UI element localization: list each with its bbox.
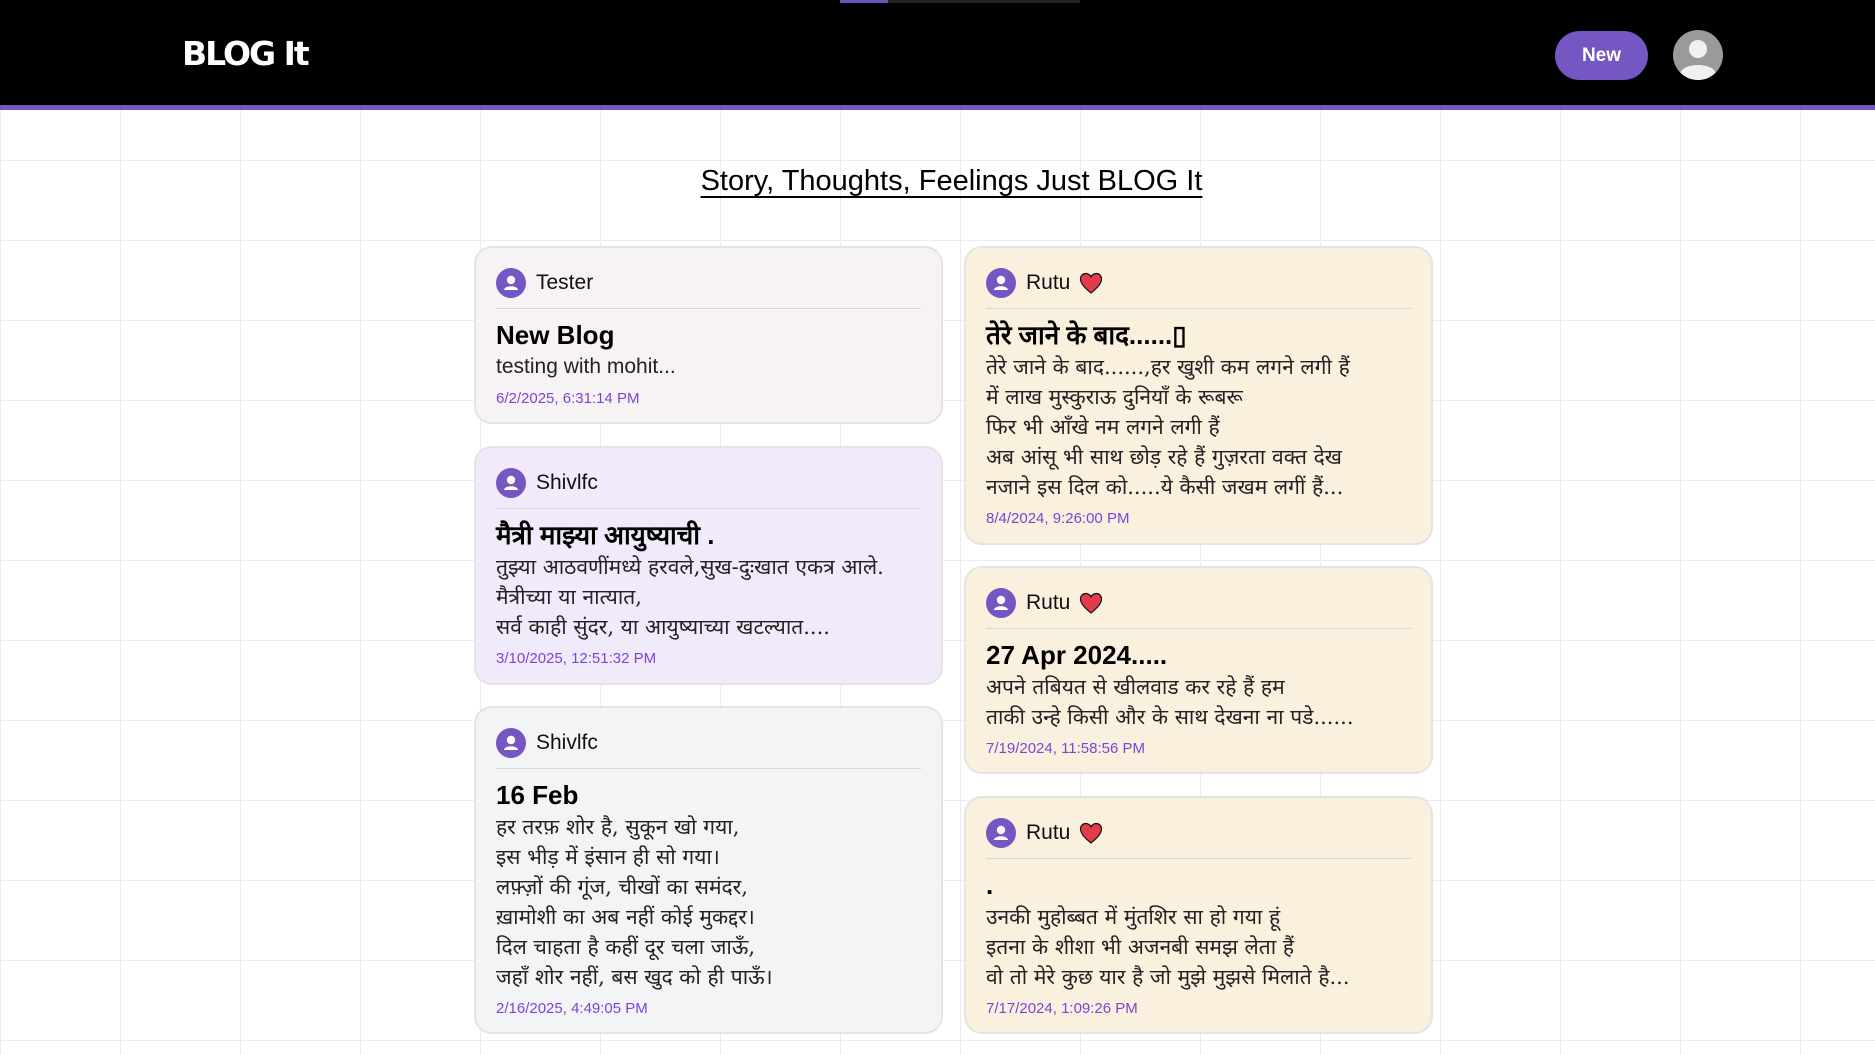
post-excerpt: testing with mohit... — [496, 355, 676, 378]
divider — [496, 768, 921, 769]
post-author: Rutu — [1026, 271, 1071, 294]
author-row: Shivlfc — [496, 726, 921, 760]
post-author: Shivlfc — [536, 731, 598, 754]
site-logo[interactable]: BLOG It — [182, 34, 310, 73]
post-date: 3/10/2025, 12:51:32 PM — [496, 650, 657, 667]
author-row: Rutu — [986, 586, 1411, 620]
post-excerpt: तुझ्या आठवणींमध्ये हरवले,सुख-दुःखात एकत्… — [496, 555, 884, 639]
user-icon — [496, 468, 526, 498]
post-title: मैत्री माझ्या आयुष्याची . — [496, 520, 715, 550]
post-title: New Blog — [496, 320, 615, 350]
post-title: 27 Apr 2024..... — [986, 640, 1168, 670]
post-excerpt: उनकी मुहोब्बत में मुंतशिर सा हो गया हूं … — [986, 905, 1350, 989]
divider — [496, 308, 921, 309]
loading-bar-progress — [840, 0, 888, 3]
user-icon — [986, 268, 1016, 298]
user-avatar-icon[interactable] — [1673, 30, 1723, 80]
post-title: . — [986, 870, 994, 900]
top-navbar: BLOG It New — [0, 0, 1875, 110]
post-date: 8/4/2024, 9:26:00 PM — [986, 510, 1130, 527]
user-icon — [986, 588, 1016, 618]
post-author: Rutu — [1026, 821, 1071, 844]
author-row: Shivlfc — [496, 466, 921, 500]
divider — [986, 628, 1411, 629]
post-title: 16 Feb — [496, 780, 579, 810]
user-icon — [496, 728, 526, 758]
divider — [986, 858, 1411, 859]
post-card[interactable]: Shivlfc 16 Feb हर तरफ़ शोर है, सुकून खो गय… — [474, 706, 943, 1034]
post-title: तेरे जाने के बाद......▯ — [986, 320, 1187, 350]
post-date: 2/16/2025, 4:49:05 PM — [496, 1000, 648, 1017]
divider — [496, 508, 921, 509]
post-card[interactable]: Tester New Blog testing with mohit... 6/2/2… — [474, 246, 943, 424]
post-author: Shivlfc — [536, 471, 598, 494]
post-card[interactable]: Rutu 27 Apr 2024..... अपने तबियत से खीलवाड… — [964, 566, 1433, 774]
author-row: Tester — [496, 266, 921, 300]
post-author: Tester — [536, 271, 594, 294]
post-date: 6/2/2025, 6:31:14 PM — [496, 390, 640, 407]
post-card[interactable]: Rutu तेरे जाने के बाद......▯ तेरे जाने के … — [964, 246, 1433, 545]
post-excerpt: तेरे जाने के बाद......,हर खुशी कम लगने ल… — [986, 355, 1350, 499]
heart-icon — [1079, 272, 1103, 294]
post-excerpt: हर तरफ़ शोर है, सुकून खो गया, इस भीड़ मे… — [496, 815, 773, 989]
loading-bar — [840, 0, 1080, 3]
post-date: 7/19/2024, 11:58:56 PM — [986, 740, 1146, 757]
post-author: Rutu — [1026, 591, 1071, 614]
new-post-button[interactable]: New — [1555, 31, 1648, 80]
author-row: Rutu — [986, 816, 1411, 850]
post-date: 7/17/2024, 1:09:26 PM — [986, 1000, 1138, 1017]
post-card[interactable]: Rutu. उनकी मुहोब्बत में मुंतशिर सा हो गया… — [964, 796, 1433, 1034]
user-icon — [986, 818, 1016, 848]
user-icon — [496, 268, 526, 298]
heart-icon — [1079, 592, 1103, 614]
heart-icon — [1079, 822, 1103, 844]
author-row: Rutu — [986, 266, 1411, 300]
post-excerpt: अपने तबियत से खीलवाड कर रहे हैं हम ताकी … — [986, 675, 1354, 729]
page-headline: Story, Thoughts, Feelings Just BLOG It — [700, 165, 1203, 197]
post-card[interactable]: Shivlfc मैत्री माझ्या आयुष्याची . तुझ्या आ… — [474, 446, 943, 685]
divider — [986, 308, 1411, 309]
